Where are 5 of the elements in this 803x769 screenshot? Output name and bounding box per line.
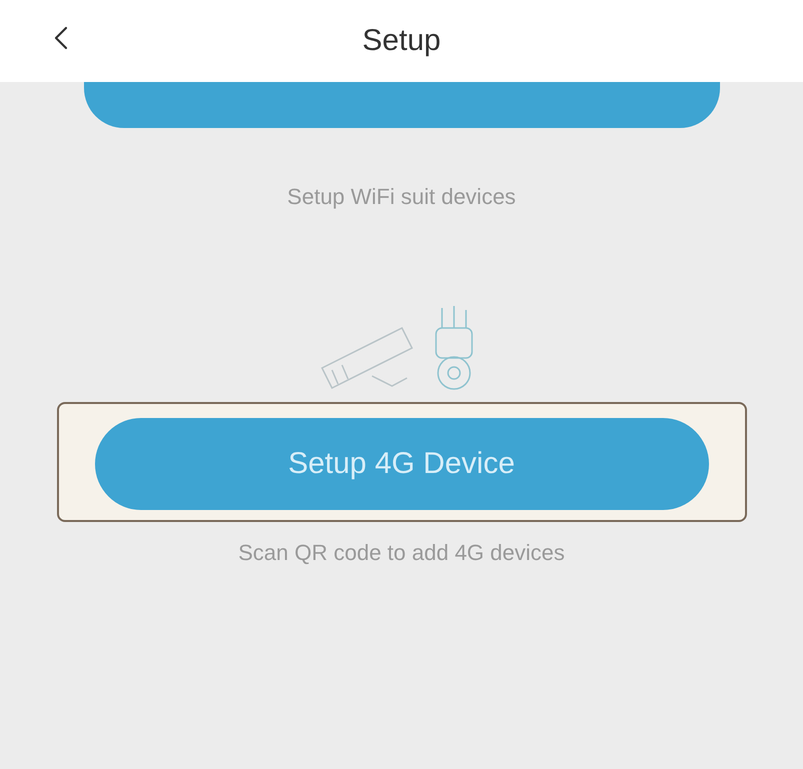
scan-description: Scan QR code to add 4G devices — [238, 540, 565, 566]
back-icon[interactable] — [54, 26, 68, 50]
setup-4g-button[interactable]: Setup 4G Device — [94, 418, 708, 510]
screen-title: Setup — [362, 24, 441, 58]
wifi-description: Setup WiFi suit devices — [287, 184, 516, 210]
